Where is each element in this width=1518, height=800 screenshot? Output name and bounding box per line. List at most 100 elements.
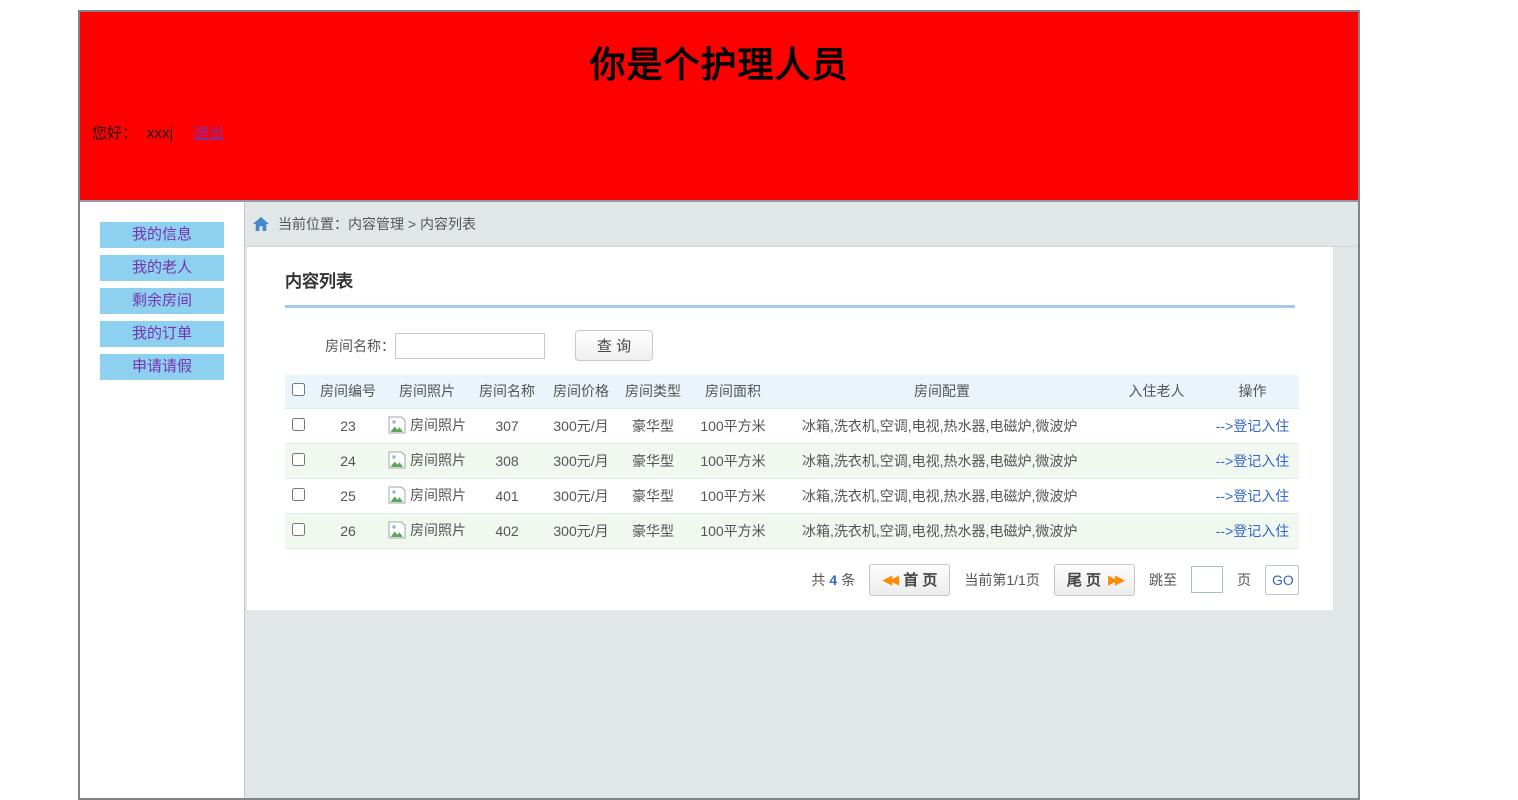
username: xxx <box>147 125 170 142</box>
room-photo: 房间照片 <box>388 485 466 505</box>
table-row: 26 房间照片 402 300元/月 豪华型 100平方米 冰箱,洗衣机,空调,… <box>285 513 1299 548</box>
col-room-name: 房间名称 <box>469 375 545 408</box>
room-type: 豪华型 <box>617 513 689 548</box>
page-unit-label: 页 <box>1237 570 1251 590</box>
checkin-link[interactable]: -->登记入住 <box>1216 453 1290 469</box>
checkin-link[interactable]: -->登记入住 <box>1216 488 1290 504</box>
room-type: 豪华型 <box>617 408 689 443</box>
title-underline <box>285 305 1295 308</box>
current-page-text: 当前第1/1页 <box>964 570 1039 590</box>
row-checkbox[interactable] <box>292 488 305 501</box>
jump-page-input[interactable] <box>1191 566 1223 593</box>
breadcrumb: 当前位置：内容管理 > 内容列表 <box>245 202 1358 247</box>
table-row: 23 房间照片 307 300元/月 豪华型 100平方米 冰箱,洗衣机,空调,… <box>285 408 1299 443</box>
content-panel: 内容列表 房间名称： 查 询 房间 <box>247 247 1333 610</box>
sidebar-item-my-elders[interactable]: 我的老人 <box>100 255 224 281</box>
search-bar: 房间名称： 查 询 <box>285 330 1295 361</box>
room-config: 冰箱,洗衣机,空调,电视,热水器,电磁炉,微波炉 <box>777 408 1107 443</box>
room-config: 冰箱,洗衣机,空调,电视,热水器,电磁炉,微波炉 <box>777 443 1107 478</box>
room-photo: 房间照片 <box>388 415 466 435</box>
room-price: 300元/月 <box>545 443 617 478</box>
home-icon <box>253 217 269 231</box>
broken-image-icon <box>388 416 408 434</box>
room-name: 402 <box>469 513 545 548</box>
total-count: 4 <box>829 572 837 588</box>
room-elder <box>1107 408 1206 443</box>
main-container: 你是个护理人员 您好： xxx| 退出 我的信息 我的老人 剩余房间 我的订单 申… <box>78 10 1360 800</box>
room-config: 冰箱,洗衣机,空调,电视,热水器,电磁炉,微波炉 <box>777 513 1107 548</box>
greeting-separator: | <box>170 125 174 142</box>
broken-image-icon <box>388 521 408 539</box>
double-left-arrow-icon: ◀◀ <box>882 572 896 588</box>
room-price: 300元/月 <box>545 408 617 443</box>
room-id: 25 <box>311 478 385 513</box>
photo-label: 房间照片 <box>410 415 466 435</box>
room-type: 豪华型 <box>617 443 689 478</box>
table-row: 25 房间照片 401 300元/月 豪华型 100平方米 冰箱,洗衣机,空调,… <box>285 478 1299 513</box>
row-checkbox[interactable] <box>292 453 305 466</box>
col-room-type: 房间类型 <box>617 375 689 408</box>
room-photo: 房间照片 <box>388 450 466 470</box>
jump-label: 跳至 <box>1149 570 1177 590</box>
room-area: 100平方米 <box>689 478 777 513</box>
breadcrumb-text: 当前位置：内容管理 > 内容列表 <box>278 214 476 234</box>
row-checkbox[interactable] <box>292 418 305 431</box>
table-row: 24 房间照片 308 300元/月 豪华型 100平方米 冰箱,洗衣机,空调,… <box>285 443 1299 478</box>
room-name: 308 <box>469 443 545 478</box>
sidebar-item-leave-request[interactable]: 申请请假 <box>100 354 224 380</box>
room-price: 300元/月 <box>545 513 617 548</box>
greeting: 您好： xxx| 退出 <box>80 122 1358 143</box>
sidebar-item-remaining-rooms[interactable]: 剩余房间 <box>100 288 224 314</box>
total-count-text: 共4条 <box>811 570 855 590</box>
room-area: 100平方米 <box>689 408 777 443</box>
last-page-button[interactable]: 尾 页▶▶ <box>1054 564 1135 596</box>
page-title: 你是个护理人员 <box>80 12 1358 88</box>
col-room-config: 房间配置 <box>777 375 1107 408</box>
room-area: 100平方米 <box>689 443 777 478</box>
room-id: 24 <box>311 443 385 478</box>
logout-link[interactable]: 退出 <box>194 125 224 142</box>
query-button[interactable]: 查 询 <box>575 330 653 361</box>
table-header-row: 房间编号 房间照片 房间名称 房间价格 房间类型 房间面积 房间配置 入住老人 … <box>285 375 1299 408</box>
go-button[interactable]: GO <box>1265 565 1299 595</box>
col-room-id: 房间编号 <box>311 375 385 408</box>
col-room-area: 房间面积 <box>689 375 777 408</box>
broken-image-icon <box>388 451 408 469</box>
sidebar-item-my-orders[interactable]: 我的订单 <box>100 321 224 347</box>
greeting-prefix: 您好： <box>92 125 137 142</box>
col-action: 操作 <box>1206 375 1299 408</box>
col-room-photo: 房间照片 <box>385 375 469 408</box>
checkin-link[interactable]: -->登记入住 <box>1216 418 1290 434</box>
room-area: 100平方米 <box>689 513 777 548</box>
room-config: 冰箱,洗衣机,空调,电视,热水器,电磁炉,微波炉 <box>777 478 1107 513</box>
col-room-price: 房间价格 <box>545 375 617 408</box>
photo-label: 房间照片 <box>410 485 466 505</box>
checkin-link[interactable]: -->登记入住 <box>1216 523 1290 539</box>
app-header: 你是个护理人员 您好： xxx| 退出 <box>80 12 1358 202</box>
sidebar-item-my-info[interactable]: 我的信息 <box>100 222 224 248</box>
main-area: 当前位置：内容管理 > 内容列表 内容列表 房间名称： 查 询 <box>245 202 1358 798</box>
room-elder <box>1107 478 1206 513</box>
row-checkbox[interactable] <box>292 523 305 536</box>
rooms-table: 房间编号 房间照片 房间名称 房间价格 房间类型 房间面积 房间配置 入住老人 … <box>285 375 1299 549</box>
col-elder: 入住老人 <box>1107 375 1206 408</box>
double-right-arrow-icon: ▶▶ <box>1108 572 1122 588</box>
room-elder <box>1107 443 1206 478</box>
room-id: 26 <box>311 513 385 548</box>
photo-label: 房间照片 <box>410 450 466 470</box>
section-title: 内容列表 <box>285 267 1295 292</box>
room-name: 307 <box>469 408 545 443</box>
search-label: 房间名称： <box>325 336 395 356</box>
body-layout: 我的信息 我的老人 剩余房间 我的订单 申请请假 当前位置：内容管理 > 内容列… <box>80 202 1358 798</box>
room-name: 401 <box>469 478 545 513</box>
room-id: 23 <box>311 408 385 443</box>
room-photo: 房间照片 <box>388 520 466 540</box>
photo-label: 房间照片 <box>410 520 466 540</box>
pagination: 共4条 ◀◀首 页 当前第1/1页 尾 页▶▶ 跳至 页 GO <box>285 564 1299 596</box>
broken-image-icon <box>388 486 408 504</box>
first-page-button[interactable]: ◀◀首 页 <box>869 564 950 596</box>
select-all-checkbox[interactable] <box>292 383 305 396</box>
room-name-input[interactable] <box>395 333 545 359</box>
sidebar: 我的信息 我的老人 剩余房间 我的订单 申请请假 <box>80 202 245 798</box>
room-elder <box>1107 513 1206 548</box>
